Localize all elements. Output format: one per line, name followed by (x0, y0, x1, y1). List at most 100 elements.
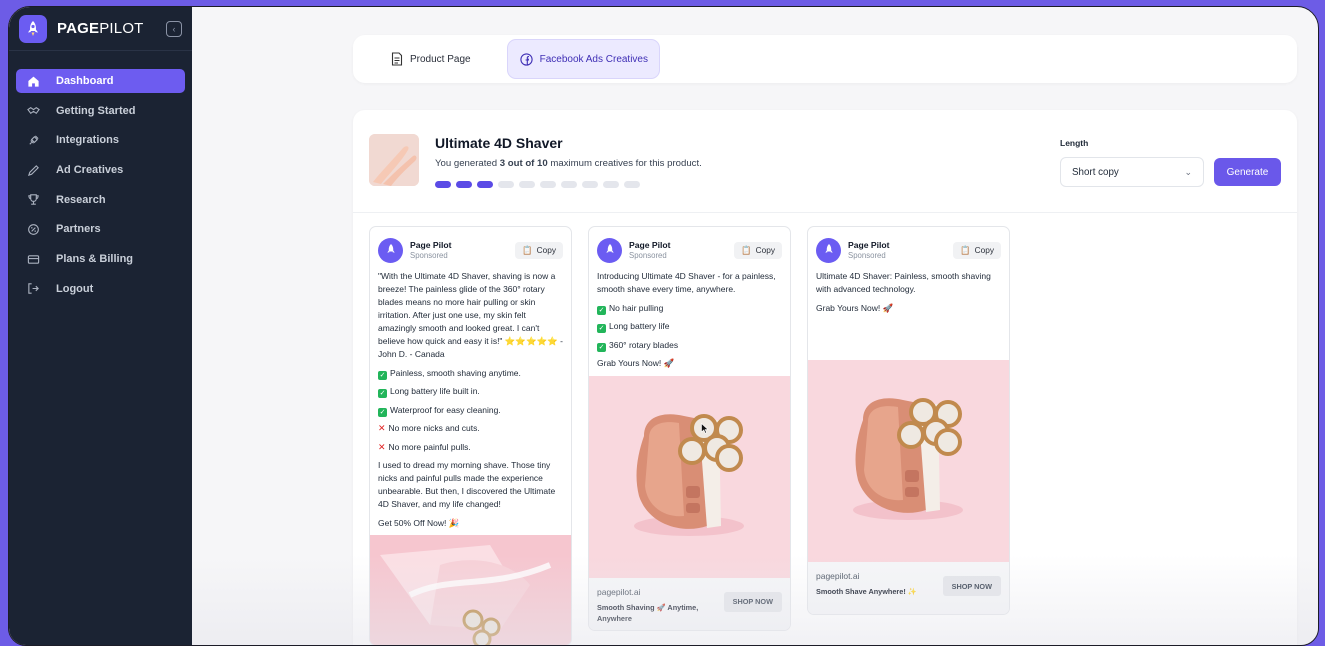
ad-header: Page Pilot Sponsored 📋 Copy (370, 227, 571, 265)
main-content: Product Page Facebook Ads Creatives Ulti… (192, 7, 1318, 645)
home-icon (26, 74, 40, 88)
product-title: Ultimate 4D Shaver (435, 135, 563, 151)
logout-icon (26, 282, 40, 296)
mouse-cursor-icon (701, 423, 709, 434)
ad-copy: Ultimate 4D Shaver: Painless, smooth sha… (808, 265, 1009, 360)
sidebar-item-getting-started[interactable]: Getting Started (16, 99, 185, 123)
sidebar-item-research[interactable]: Research (16, 188, 185, 212)
document-icon (391, 52, 403, 66)
ad-check-item: ✓ Long battery life (597, 321, 670, 333)
ad-footer: pagepilot.ai Smooth Shave Anywhere! ✨ SH… (808, 562, 1009, 614)
checkmark-icon: ✓ (597, 305, 606, 315)
brand-bar: PAGEPILOT ‹ (9, 7, 192, 51)
ad-page-name: Page Pilot (410, 240, 452, 250)
ad-header: Page Pilot Sponsored 📋 Copy (808, 227, 1009, 265)
tabs-bar: Product Page Facebook Ads Creatives (353, 35, 1297, 83)
sidebar-item-ad-creatives[interactable]: Ad Creatives (16, 158, 185, 182)
checkmark-icon: ✓ (378, 407, 387, 417)
progress-dot-filled (435, 181, 451, 188)
checkmark-icon: ✓ (378, 370, 387, 380)
ad-product-image (589, 375, 790, 578)
tab-product-page[interactable]: Product Page (367, 39, 483, 79)
progress-dot-empty (519, 181, 535, 188)
progress-dot-empty (561, 181, 577, 188)
ad-page-name: Page Pilot (848, 240, 890, 250)
ad-sponsored-label: Sponsored (410, 251, 448, 260)
sidebar-item-plans-billing[interactable]: Plans & Billing (16, 247, 185, 271)
sidebar-item-partners[interactable]: Partners (16, 217, 185, 241)
app-window: PAGEPILOT ‹ Dashboard Getting Started In… (8, 6, 1319, 646)
progress-dot-empty (603, 181, 619, 188)
facebook-icon (519, 52, 533, 66)
copy-button[interactable]: 📋 Copy (734, 241, 782, 259)
ad-check-item: ✓ 360° rotary blades (597, 339, 679, 352)
sidebar-item-integrations[interactable]: Integrations (16, 128, 185, 152)
clipboard-icon: 📋 (960, 244, 971, 255)
rocket-logo-icon[interactable] (19, 14, 47, 43)
ad-card-2: Page Pilot Sponsored 📋 Copy Introducing U… (588, 226, 791, 631)
copy-button[interactable]: 📋 Copy (515, 241, 563, 259)
ad-page-name: Page Pilot (629, 240, 671, 250)
ad-copy: Introducing Ultimate 4D Shaver - for a p… (589, 265, 790, 370)
ad-cta-text: Grab Yours Now! 🚀 (597, 358, 675, 368)
trophy-icon (26, 193, 40, 207)
ad-copy: "With the Ultimate 4D Shaver, shaving is… (370, 265, 571, 530)
sidebar-item-logout[interactable]: Logout (16, 277, 185, 301)
sidebar-item-dashboard[interactable]: Dashboard (16, 69, 185, 93)
chevron-down-icon: ⌄ (1184, 166, 1192, 177)
ad-story-text: I used to dread my morning shave. Those … (378, 460, 556, 509)
product-header: Ultimate 4D Shaver You generated 3 out o… (353, 110, 1297, 213)
product-thumbnail (369, 134, 419, 186)
progress-dot-filled (477, 181, 493, 188)
sidebar: PAGEPILOT ‹ Dashboard Getting Started In… (9, 7, 192, 645)
ad-check-item: ✓ Painless, smooth shaving anytime. (378, 367, 521, 380)
length-label: Length (1060, 138, 1089, 148)
ad-headline: Smooth Shaving 🚀 Anytime, Anywhere (597, 602, 699, 623)
ad-intro-text: Ultimate 4D Shaver: Painless, smooth sha… (816, 271, 991, 294)
page-avatar (816, 237, 841, 263)
ad-card-1: Page Pilot Sponsored 📋 Copy "With the Ult… (369, 226, 572, 645)
sidebar-nav: Dashboard Getting Started Integrations A… (9, 51, 192, 301)
shop-now-button[interactable]: SHOP NOW (942, 576, 1001, 596)
ad-cta-text: Get 50% Off Now! 🎉 (378, 517, 460, 528)
ad-sponsored-label: Sponsored (629, 251, 667, 260)
generation-progress (435, 181, 640, 188)
checkmark-icon: ✓ (378, 389, 387, 398)
generation-count-text: You generated 3 out of 10 maximum creati… (435, 158, 702, 169)
ad-sponsored-label: Sponsored (848, 251, 886, 260)
progress-dot-empty (498, 181, 514, 188)
badge-icon (26, 222, 40, 236)
ad-check-item: ✓ No hair pulling (597, 302, 664, 315)
ad-product-image (370, 535, 571, 645)
progress-dot-empty (624, 181, 640, 188)
shop-now-button[interactable]: SHOP NOW (723, 591, 782, 612)
clipboard-icon: 📋 (741, 244, 752, 255)
cross-icon: ✕ (378, 423, 386, 433)
copy-button[interactable]: 📋 Copy (953, 241, 1001, 259)
progress-dot-empty (582, 181, 598, 188)
length-select[interactable]: Short copy ⌄ (1060, 157, 1204, 187)
checkmark-icon: ✓ (597, 342, 606, 352)
brand-name: PAGEPILOT (57, 20, 144, 37)
pen-icon (26, 163, 40, 177)
ad-intro-text: "With the Ultimate 4D Shaver, shaving is… (378, 271, 563, 359)
checkmark-icon: ✓ (597, 324, 606, 333)
ad-card-3: Page Pilot Sponsored 📋 Copy Ultimate 4D S… (807, 226, 1010, 615)
ad-cross-item: ✕ No more painful pulls. (378, 441, 471, 452)
clipboard-icon: 📋 (522, 244, 533, 255)
progress-dot-empty (540, 181, 556, 188)
product-card: Ultimate 4D Shaver You generated 3 out o… (353, 110, 1297, 645)
ad-check-item: ✓ Waterproof for easy cleaning. (378, 404, 501, 417)
ad-cta-text: Grab Yours Now! 🚀 (816, 302, 894, 313)
collapse-sidebar-icon[interactable]: ‹ (166, 20, 182, 37)
progress-dot-filled (456, 181, 472, 188)
tab-facebook-ads-creatives[interactable]: Facebook Ads Creatives (506, 39, 660, 79)
ad-header: Page Pilot Sponsored 📋 Copy (589, 227, 790, 265)
cross-icon: ✕ (378, 441, 386, 452)
page-avatar (378, 237, 403, 263)
generate-button[interactable]: Generate (1214, 158, 1281, 186)
ad-footer: pagepilot.ai Smooth Shaving 🚀 Anytime, A… (589, 577, 790, 630)
ad-cross-item: ✕ No more nicks and cuts. (378, 423, 480, 433)
card-icon (26, 252, 40, 266)
ad-product-image (808, 360, 1009, 562)
